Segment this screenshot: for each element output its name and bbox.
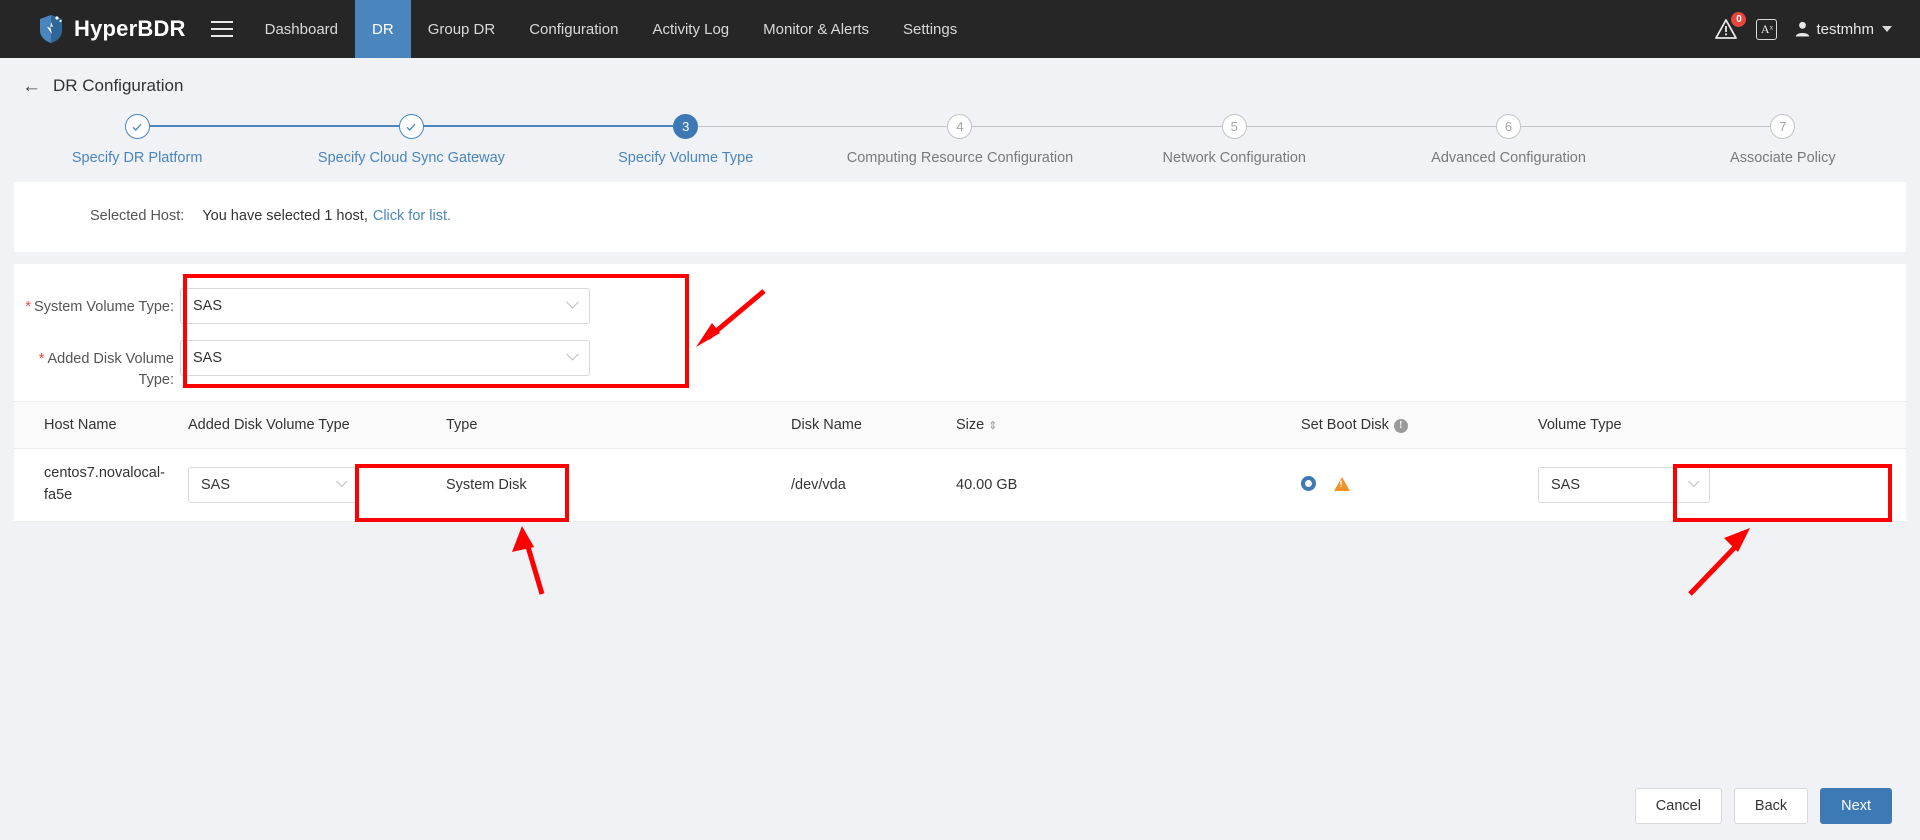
info-icon[interactable]: ! <box>1393 419 1408 434</box>
back-button[interactable]: Back <box>1733 788 1809 824</box>
annotation-arrow-2 <box>512 526 545 595</box>
step-6-advanced-configuration[interactable]: 6 Advanced Configuration <box>1371 114 1646 166</box>
step-7-label: Associate Policy <box>1730 150 1836 166</box>
nav-item-group-dr[interactable]: Group DR <box>411 0 513 58</box>
nav-right-actions: 0 Aˣ testmhm <box>1714 0 1920 58</box>
step-3-label: Specify Volume Type <box>618 150 754 166</box>
step-7-circle: 7 <box>1770 114 1796 139</box>
required-mark: * <box>38 351 45 367</box>
user-avatar-icon <box>1796 21 1810 37</box>
back-arrow-icon[interactable]: ← <box>22 77 41 96</box>
step-6-label: Advanced Configuration <box>1431 150 1586 166</box>
step-3-circle: 3 <box>673 114 699 139</box>
cell-disk-name: /dev/vda <box>777 448 942 522</box>
chevron-down-icon <box>566 295 579 309</box>
nav-item-activity-log[interactable]: Activity Log <box>635 0 746 58</box>
step-2-label: Specify Cloud Sync Gateway <box>317 150 505 166</box>
back-link[interactable]: ← DR Configuration <box>22 76 1920 96</box>
selected-host-row: Selected Host: You have selected 1 host,… <box>14 208 1906 224</box>
brand-name: HyperBDR <box>74 16 186 41</box>
col-type: Type <box>432 401 777 450</box>
step-4-circle: 4 <box>947 114 973 139</box>
top-navigation-bar: HyperBDR Dashboard DR Group DR Configura… <box>0 0 1920 58</box>
chevron-down-icon <box>566 347 579 361</box>
cell-volume-type: SAS <box>1524 448 1906 522</box>
wizard-stepper: Specify DR Platform Specify Cloud Sync G… <box>0 114 1920 182</box>
cell-added-disk-volume-type: SAS <box>174 448 432 522</box>
disk-table: Host Name Added Disk Volume Type Type Di… <box>14 401 1906 522</box>
step-1-circle <box>124 114 150 139</box>
system-volume-type-row: * System Volume Type: SAS <box>14 288 1906 324</box>
volume-type-form-panel: * System Volume Type: SAS * Added Disk Vol… <box>14 264 1906 522</box>
step-2-specify-cloud-sync-gateway[interactable]: Specify Cloud Sync Gateway <box>274 114 549 166</box>
step-5-circle: 5 <box>1221 114 1247 139</box>
col-size[interactable]: Size ⇕ <box>942 401 1287 450</box>
step-6-circle: 6 <box>1496 114 1522 139</box>
selected-host-panel: Selected Host: You have selected 1 host,… <box>14 182 1906 252</box>
nav-items: Dashboard DR Group DR Configuration Acti… <box>248 0 975 58</box>
page-title: DR Configuration <box>53 76 184 95</box>
step-3-specify-volume-type[interactable]: 3 Specify Volume Type <box>548 114 823 166</box>
nav-item-dashboard[interactable]: Dashboard <box>248 0 355 58</box>
cell-type: System Disk <box>432 448 777 522</box>
row-volume-type-value: SAS <box>1551 476 1581 493</box>
user-menu[interactable]: testmhm <box>1795 21 1892 38</box>
warning-icon <box>1334 477 1351 492</box>
table-header-row: Host Name Added Disk Volume Type Type Di… <box>14 401 1906 450</box>
next-button[interactable]: Next <box>1820 788 1892 824</box>
step-1-specify-dr-platform[interactable]: Specify DR Platform <box>0 114 275 166</box>
selected-host-text: You have selected 1 host, <box>202 208 368 224</box>
step-5-network-configuration[interactable]: 5 Network Configuration <box>1097 114 1372 166</box>
step-1-label: Specify DR Platform <box>71 150 203 166</box>
alert-bell-icon[interactable]: 0 <box>1714 12 1747 41</box>
col-disk-name: Disk Name <box>777 401 942 450</box>
added-disk-volume-type-value: SAS <box>193 350 223 366</box>
added-disk-volume-type-select[interactable]: SAS <box>180 340 590 376</box>
row-added-disk-volume-type-select[interactable]: SAS <box>188 466 358 503</box>
chevron-down-icon <box>1688 475 1700 487</box>
annotation-arrow-3 <box>1688 528 1750 596</box>
system-volume-type-value: SAS <box>193 298 223 314</box>
cell-size: 40.00 GB <box>942 448 1287 522</box>
selected-host-label: Selected Host: <box>90 208 185 224</box>
step-5-label: Network Configuration <box>1162 150 1306 166</box>
language-switch-icon[interactable]: Aˣ <box>1756 18 1778 40</box>
col-volume-type: Volume Type <box>1524 401 1906 450</box>
col-set-boot-disk: Set Boot Disk! <box>1287 401 1524 450</box>
hamburger-icon[interactable] <box>196 0 248 58</box>
cell-set-boot-disk <box>1287 448 1524 522</box>
chevron-down-icon <box>1882 26 1892 32</box>
brand[interactable]: HyperBDR <box>0 0 196 58</box>
cell-host-name: centos7.novalocal-fa5e <box>14 448 174 522</box>
added-disk-volume-type-label: * Added Disk Volume Type: <box>38 351 174 389</box>
hyperbdr-logo-icon <box>38 14 64 44</box>
system-volume-type-select[interactable]: SAS <box>180 288 590 324</box>
row-volume-type-select[interactable]: SAS <box>1538 466 1710 503</box>
step-4-computing-resource-configuration[interactable]: 4 Computing Resource Configuration <box>822 114 1098 166</box>
alert-count-badge: 0 <box>1731 12 1747 27</box>
boot-disk-radio[interactable] <box>1301 476 1316 492</box>
page-header: ← DR Configuration <box>0 58 1920 96</box>
col-added-disk-volume-type: Added Disk Volume Type <box>174 401 432 450</box>
system-volume-type-label: * System Volume Type: <box>25 299 174 315</box>
table-row: centos7.novalocal-fa5e SAS System Disk /… <box>14 448 1906 522</box>
added-disk-volume-type-row: * Added Disk Volume Type: SAS <box>14 340 1906 391</box>
nav-item-settings[interactable]: Settings <box>886 0 974 58</box>
chevron-down-icon <box>336 475 348 487</box>
step-2-circle <box>398 114 424 139</box>
row-added-disk-volume-type-value: SAS <box>201 476 231 493</box>
nav-item-monitor-alerts[interactable]: Monitor & Alerts <box>746 0 886 58</box>
wizard-footer: Cancel Back Next <box>1634 788 1892 824</box>
nav-item-dr[interactable]: DR <box>355 0 411 58</box>
required-mark: * <box>25 299 32 315</box>
user-name: testmhm <box>1816 20 1874 38</box>
nav-item-configuration[interactable]: Configuration <box>512 0 635 58</box>
cancel-button[interactable]: Cancel <box>1634 788 1722 824</box>
step-4-label: Computing Resource Configuration <box>846 150 1074 166</box>
sort-icon[interactable]: ⇕ <box>988 421 997 432</box>
selected-host-list-link[interactable]: Click for list. <box>373 208 451 224</box>
col-host-name: Host Name <box>14 401 174 450</box>
step-7-associate-policy[interactable]: 7 Associate Policy <box>1645 114 1920 166</box>
